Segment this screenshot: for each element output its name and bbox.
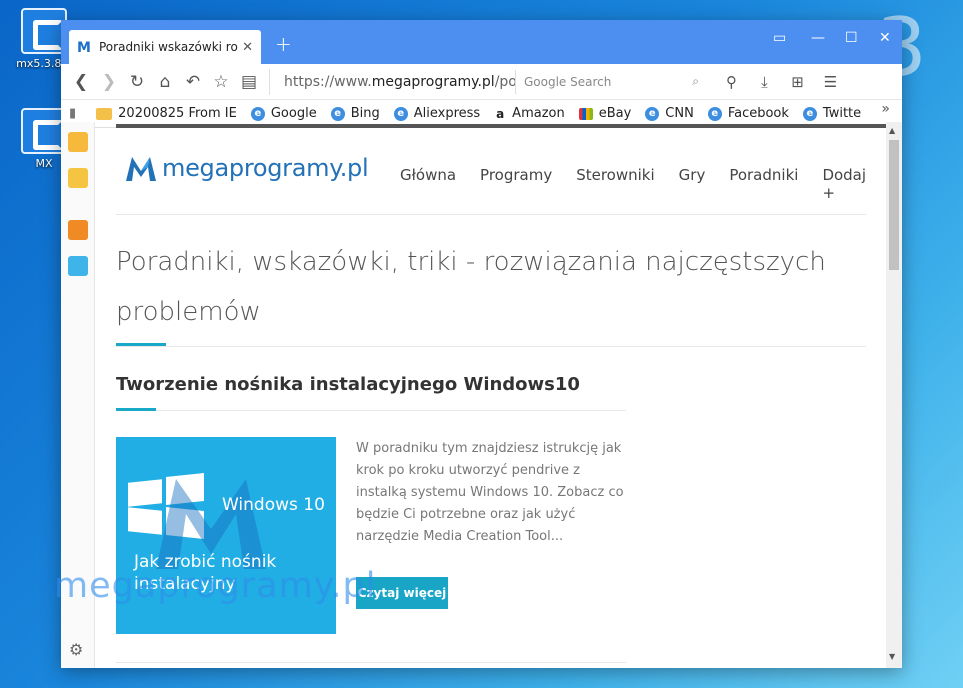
- nav-drivers[interactable]: Sterowniki: [576, 166, 654, 202]
- find-icon[interactable]: ⚲: [715, 73, 748, 91]
- watermark-text: megaprogramy.pl: [54, 566, 377, 606]
- new-tab-button[interactable]: +: [275, 32, 292, 56]
- title-accent: [116, 343, 166, 346]
- vertical-scrollbar[interactable]: ▲ ▼: [886, 122, 902, 668]
- thumbnail-title: Windows 10: [222, 495, 325, 515]
- scroll-up-icon[interactable]: ▲: [889, 126, 895, 135]
- download-icon[interactable]: ⤓: [748, 73, 781, 91]
- nav-add[interactable]: Dodaj +: [822, 166, 878, 202]
- nav-home[interactable]: Główna: [400, 166, 456, 202]
- bookmark-twitter[interactable]: e Twitte: [802, 106, 861, 121]
- page-top-border: [116, 124, 886, 128]
- search-icon[interactable]: ⌕: [692, 74, 699, 89]
- forward-button[interactable]: ❯: [95, 72, 123, 92]
- reload-button[interactable]: ↻: [123, 72, 151, 92]
- search-placeholder: Google Search: [524, 74, 612, 89]
- site-navigation: Główna Programy Sterowniki Gry Poradniki…: [400, 166, 902, 202]
- menu-icon[interactable]: ☰: [814, 73, 847, 91]
- bookmark-cnn[interactable]: e CNN: [645, 106, 694, 121]
- maximize-button[interactable]: ☐: [845, 30, 858, 46]
- undo-close-button[interactable]: ↶: [179, 72, 207, 92]
- navigation-bar: ❮ ❯ ↻ ⌂ ↶ ☆ ▤ https://www.megaprogramy.p…: [61, 64, 902, 100]
- home-button[interactable]: ⌂: [151, 72, 179, 92]
- bookmark-aliexpress[interactable]: e Aliexpress: [393, 106, 480, 121]
- page-title: Poradniki, wskazówki, triki - rozwiązani…: [116, 247, 826, 327]
- ie-icon: e: [330, 106, 345, 121]
- ie-icon: e: [802, 106, 817, 121]
- nav-guides[interactable]: Poradniki: [729, 166, 798, 202]
- bookmarks-overflow-icon[interactable]: »: [881, 101, 890, 117]
- settings-gear-icon[interactable]: ⚙: [69, 640, 83, 659]
- bookmark-google[interactable]: e Google: [250, 106, 317, 121]
- article-excerpt: W poradniku tym znajdziesz istrukcję jak…: [356, 441, 624, 544]
- favorite-star-button[interactable]: ☆: [207, 72, 235, 92]
- divider: [116, 662, 626, 663]
- article-title[interactable]: Tworzenie nośnika instalacyjnego Windows…: [116, 374, 580, 395]
- divider: [116, 410, 626, 411]
- logo-text: megaprogramy.pl: [162, 154, 369, 182]
- tab-title: Poradniki wskazówki roz: [99, 40, 239, 54]
- divider: [116, 346, 866, 347]
- reader-mode-button[interactable]: ▤: [235, 72, 263, 92]
- extensions-icon[interactable]: ⊞: [781, 73, 814, 91]
- amazon-icon: a: [496, 106, 505, 121]
- rss-icon[interactable]: [68, 220, 88, 240]
- ebay-icon: [578, 107, 593, 120]
- scroll-thumb[interactable]: [889, 140, 899, 270]
- article-title-accent: [116, 408, 156, 411]
- search-input[interactable]: Google Search ⌕: [515, 69, 707, 94]
- notes-icon[interactable]: [68, 168, 88, 188]
- bookmark-ebay[interactable]: eBay: [578, 106, 631, 121]
- tips-bulb-icon[interactable]: [68, 256, 88, 276]
- bookmark-bing[interactable]: e Bing: [330, 106, 380, 121]
- close-tab-icon[interactable]: ✕: [242, 40, 253, 55]
- minimize-button[interactable]: —: [811, 30, 825, 46]
- bookmark-folder[interactable]: 20200825 From IE: [96, 106, 237, 121]
- ie-icon: e: [645, 106, 660, 121]
- ie-icon: e: [707, 106, 722, 121]
- title-bar: M Poradniki wskazówki roz ✕ + ▭ — ☐ ✕: [61, 20, 902, 64]
- url-text: https://www.megaprogramy.pl/po: [284, 73, 515, 90]
- tab-active[interactable]: M Poradniki wskazówki roz ✕: [69, 30, 261, 64]
- site-logo[interactable]: megaprogramy.pl: [126, 154, 369, 182]
- nav-programs[interactable]: Programy: [480, 166, 552, 202]
- ie-icon: e: [393, 106, 408, 121]
- ie-icon: e: [250, 106, 265, 121]
- close-window-button[interactable]: ✕: [879, 30, 891, 46]
- nav-games[interactable]: Gry: [679, 166, 706, 202]
- scroll-down-icon[interactable]: ▼: [889, 652, 895, 661]
- logo-m-icon: [126, 157, 156, 181]
- sidebar-toggle-button[interactable]: ▮: [69, 106, 76, 121]
- back-button[interactable]: ❮: [67, 72, 95, 92]
- divider: [116, 214, 866, 215]
- bookmark-amazon[interactable]: a Amazon: [494, 106, 565, 121]
- folder-icon: [96, 107, 113, 120]
- favorites-star-icon[interactable]: [68, 132, 88, 152]
- sidebar-toggle-icon[interactable]: ▭: [773, 30, 786, 46]
- address-bar[interactable]: https://www.megaprogramy.pl/po: [269, 68, 515, 95]
- site-favicon-icon: M: [77, 40, 91, 56]
- bookmark-facebook[interactable]: e Facebook: [707, 106, 789, 121]
